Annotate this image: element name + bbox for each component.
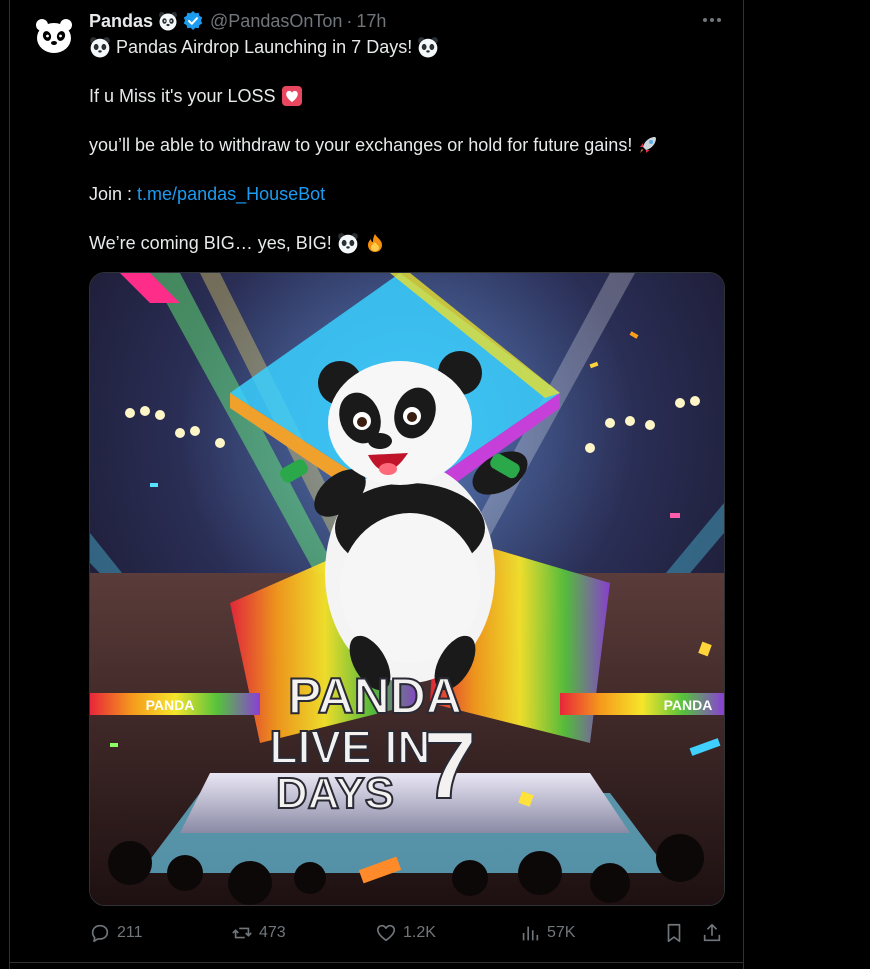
like-button[interactable]: 1.2K [375,918,436,948]
column-border-right [743,0,744,969]
tweet-timestamp[interactable]: 17h [356,11,386,32]
author-name[interactable]: Pandas [89,11,153,32]
image-title-number: 7 [423,712,476,819]
tweet-text-line-2: If u Miss it's your LOSS [89,84,303,108]
panda-face-emoji-icon [418,37,439,58]
heart-emoji-icon [281,86,302,106]
bookmark-icon [667,923,681,943]
author-handle[interactable]: @PandasOnTon [210,11,342,32]
panda-avatar-icon [36,19,72,53]
tweet-header: Pandas @PandasOnTon · 17h [89,8,386,34]
tweet-media-image[interactable]: PANDA PANDA PANDA LIVE IN DAYS 7 [89,272,725,906]
author-avatar[interactable] [34,16,74,56]
like-count: 1.2K [403,924,436,941]
banner-right-text: PANDA [664,697,713,713]
tweet-text: you’ll be able to withdraw to your excha… [89,135,633,155]
more-options-button[interactable] [700,10,724,30]
join-label: Join : [89,184,133,204]
tweet-text-line-4: Join : t.me/pandas_HouseBot [89,182,325,206]
tweet-text-line-5: We’re coming BIG… yes, BIG! [89,231,386,255]
tweet-text-line-3: you’ll be able to withdraw to your excha… [89,133,659,157]
tweet-action-bar: 211 473 1.2K 57K [89,918,729,948]
tweet-text: We’re coming BIG… yes, BIG! [89,233,332,253]
repost-button[interactable]: 473 [231,918,286,948]
reply-count: 211 [117,924,143,941]
image-title-line-2: LIVE IN [269,721,430,773]
panda-face-emoji-icon [337,233,358,254]
view-count: 57K [547,924,576,941]
header-separator: · [346,10,353,31]
views-button[interactable]: 57K [519,918,575,948]
heart-icon [376,924,396,942]
tweet-divider [9,962,744,963]
repost-icon [232,927,252,939]
more-icon [703,18,707,22]
panda-face-emoji-icon [90,37,110,58]
column-border-left [9,0,10,969]
panda-face-emoji-icon [159,12,178,31]
analytics-icon [522,926,539,941]
fire-emoji-icon [367,234,382,252]
tweet-headline: Pandas Airdrop Launching in 7 Days! [116,37,413,57]
telegram-link[interactable]: t.me/pandas_HouseBot [137,184,325,204]
tweet-text-line-1: Pandas Airdrop Launching in 7 Days! [89,35,439,59]
reply-icon [91,924,109,943]
image-title-line-3: DAYS [276,769,394,818]
verified-badge-icon[interactable] [182,10,204,32]
banner-left-text: PANDA [146,697,195,713]
tweet-text: If u Miss it's your LOSS [89,86,276,106]
panda-arena-illustration: PANDA PANDA PANDA LIVE IN DAYS 7 [90,273,724,905]
reply-button[interactable]: 211 [89,918,143,948]
repost-count: 473 [259,924,286,941]
bookmark-button[interactable] [663,918,685,948]
share-button[interactable] [701,918,723,948]
rocket-emoji-icon [640,137,657,153]
share-icon [703,923,721,942]
